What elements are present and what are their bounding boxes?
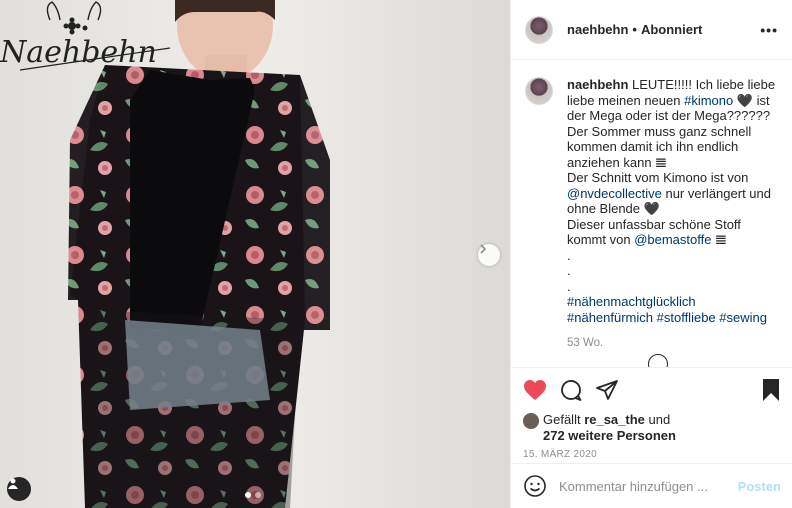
like-heart-icon[interactable] bbox=[523, 379, 547, 401]
emoji-icon[interactable] bbox=[523, 474, 547, 498]
post-header: naehbehn • Abonniert ••• bbox=[511, 0, 792, 60]
post-date: 15. März 2020 bbox=[523, 449, 597, 460]
post-panel: naehbehn • Abonniert ••• naehbehn LEUTE!… bbox=[510, 0, 792, 508]
carousel-dot bbox=[255, 492, 261, 498]
caption-text-segment: . bbox=[567, 247, 571, 263]
naehbehn-logo: Naehbehn bbox=[0, 1, 171, 71]
hashtag-link[interactable]: #sewing bbox=[719, 310, 767, 325]
tagged-users-button[interactable] bbox=[7, 477, 31, 501]
caption-text-segment: . bbox=[567, 278, 571, 294]
hashtag-link[interactable]: #kimono bbox=[684, 93, 733, 108]
carousel-next-button[interactable] bbox=[478, 244, 500, 266]
hashtag-link[interactable]: #nähenmachtglücklich bbox=[567, 294, 696, 309]
liker-avatar[interactable] bbox=[523, 413, 539, 429]
carousel-dots bbox=[245, 492, 261, 498]
separator-dot: • bbox=[632, 22, 637, 37]
caption-text-segment: . bbox=[567, 263, 571, 278]
header-username[interactable]: naehbehn bbox=[567, 22, 628, 37]
share-paper-plane-icon[interactable] bbox=[595, 378, 619, 402]
comment-input[interactable] bbox=[559, 478, 738, 494]
action-bar: Gefällt re_sa_the und 272 weitere Person… bbox=[511, 367, 792, 460]
likes-others-count[interactable]: 272 weitere Personen bbox=[543, 428, 676, 443]
hashtag-link[interactable]: #stoffliebe bbox=[657, 310, 716, 325]
carousel-dot-active bbox=[245, 492, 251, 498]
more-options-icon[interactable]: ••• bbox=[760, 22, 778, 38]
post-photo[interactable]: Naehbehn bbox=[0, 0, 510, 508]
follow-status-button[interactable]: Abonniert bbox=[641, 22, 702, 37]
comment-bubble-icon[interactable] bbox=[559, 378, 583, 402]
chevron-right-icon bbox=[480, 244, 487, 254]
post-comment-button[interactable]: Posten bbox=[738, 479, 781, 494]
caption: naehbehn LEUTE!!!!! Ich liebe liebe lieb… bbox=[525, 77, 779, 349]
hashtag-link[interactable]: #nähenfürmich bbox=[567, 310, 653, 325]
caption-text: naehbehn LEUTE!!!!! Ich liebe liebe lieb… bbox=[567, 77, 783, 325]
load-more-comments-icon[interactable] bbox=[648, 354, 668, 367]
caption-avatar[interactable] bbox=[525, 77, 553, 105]
mention-link[interactable]: @nvdecollective bbox=[567, 186, 662, 201]
likes-prefix: Gefällt bbox=[543, 412, 585, 427]
caption-username[interactable]: naehbehn bbox=[567, 77, 628, 92]
comments-area[interactable]: naehbehn LEUTE!!!!! Ich liebe liebe lieb… bbox=[511, 61, 792, 367]
caption-text-segment: Der Schnitt vom Kimono ist von bbox=[567, 170, 749, 185]
mention-link[interactable]: @bemastoffe bbox=[634, 232, 711, 247]
comment-form: Posten bbox=[511, 463, 792, 508]
bookmark-saved-icon[interactable] bbox=[761, 378, 781, 402]
avatar[interactable] bbox=[525, 15, 553, 44]
post-time-ago[interactable]: 53 Wo. bbox=[567, 337, 783, 349]
liker-username[interactable]: re_sa_the bbox=[584, 412, 645, 427]
likes-summary[interactable]: Gefällt re_sa_the und 272 weitere Person… bbox=[523, 412, 781, 444]
svg-text:Naehbehn: Naehbehn bbox=[0, 35, 157, 70]
likes-connector: und bbox=[644, 412, 671, 427]
caption-text-segment: 𝌆 bbox=[711, 232, 727, 247]
user-icon bbox=[8, 478, 18, 489]
